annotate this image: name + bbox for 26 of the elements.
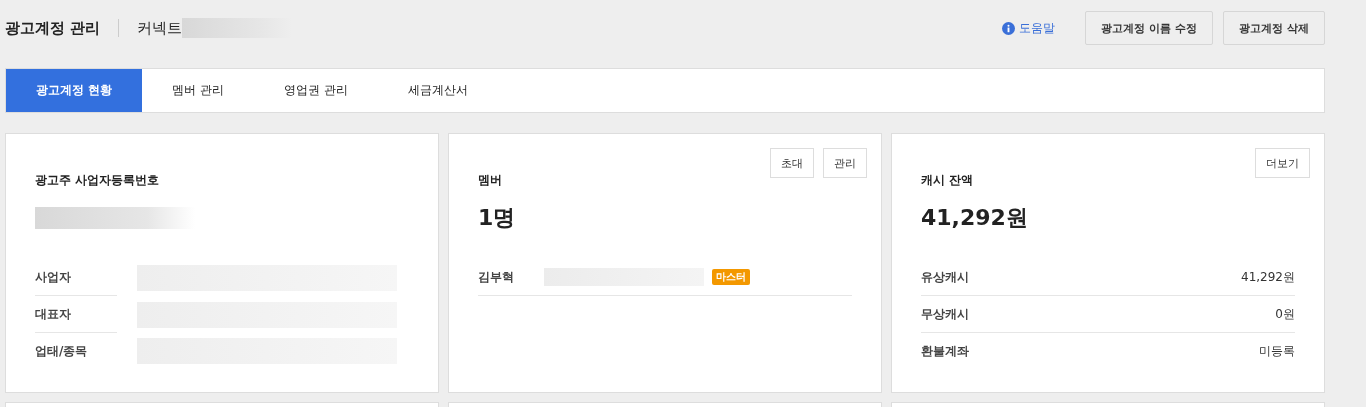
row-label: 대표자 [35,296,117,333]
card-button[interactable]: 더보기 [1255,148,1310,178]
row-label: 환불계좌 [921,342,969,360]
card-button[interactable]: 관리 [823,148,867,178]
header-button[interactable]: 광고계정 삭제 [1223,11,1325,45]
row-value: 0원 [1275,305,1295,323]
row-label: 유상캐시 [921,268,969,286]
card-title: 광고주 사업자등록번호 [35,172,161,189]
card-value: 41,292원 [921,205,1028,230]
tab[interactable]: 광고계정 현황 [6,69,143,112]
member-name: 김부혁 [478,268,514,286]
help-link[interactable]: 도움말 [1002,19,1056,37]
role-badge: 마스터 [712,269,750,285]
page-title: 광고계정 관리 [5,18,101,38]
header-button[interactable]: 광고계정 이름 수정 [1085,11,1214,45]
card-button[interactable]: 초대 [770,148,814,178]
card-title: 멤버 [478,172,503,189]
row-label: 사업자 [35,259,117,296]
row-value: 미등록 [1259,342,1295,360]
card-value: 1명 [478,205,516,230]
info-icon [1002,21,1016,35]
account-name: 커넥트 [137,18,183,38]
row-label: 무상캐시 [921,305,969,323]
card-title: 캐시 잔액 [921,172,975,189]
row-value: 41,292원 [1241,268,1295,286]
row-label: 업태/종목 [35,342,89,360]
